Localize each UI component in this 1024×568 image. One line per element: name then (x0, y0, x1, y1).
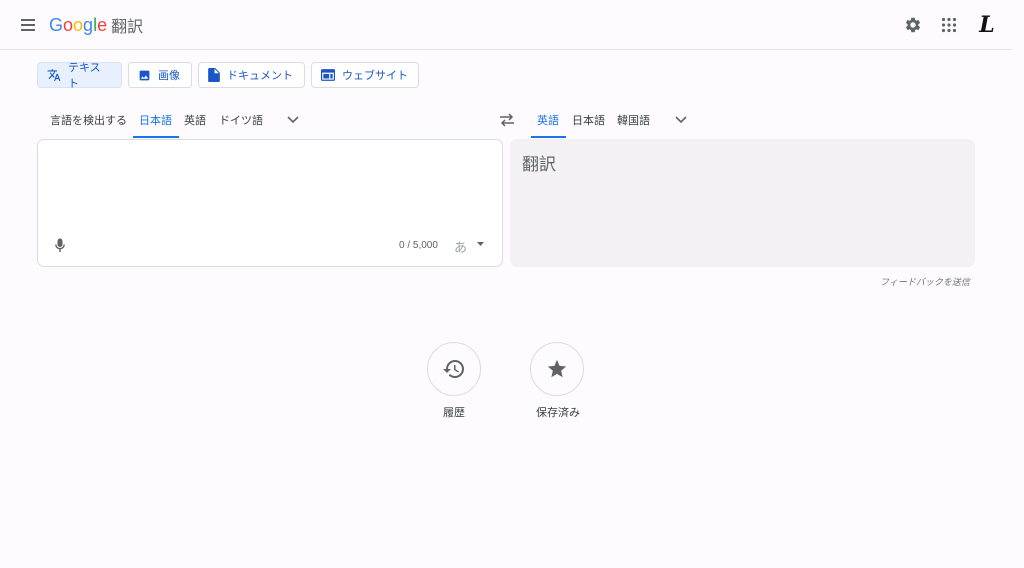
history-icon (443, 360, 464, 378)
source-lang-detect[interactable]: 言語を検出する (50, 112, 127, 130)
target-lang-japanese[interactable]: 日本語 (572, 112, 605, 130)
mode-text-button[interactable]: テキスト (37, 61, 122, 90)
translation-output-panel (510, 139, 975, 267)
star-icon (547, 359, 567, 378)
google-translate-logo[interactable]: G o o g l e 翻訳 (49, 13, 143, 37)
mode-label: 画像 (158, 69, 180, 82)
mode-label: ウェブサイト (342, 69, 408, 82)
translation-placeholder: 翻訳 (522, 155, 556, 175)
logo-letter: g (83, 14, 94, 35)
document-icon (208, 68, 220, 82)
source-lang-german[interactable]: ドイツ語 (219, 112, 263, 130)
top-app-bar (0, 0, 1012, 50)
target-lang-more-chevron-down-icon[interactable] (672, 111, 690, 129)
logo-letter: G (49, 14, 64, 35)
logo-letter: o (73, 14, 84, 35)
microphone-icon[interactable] (52, 236, 68, 254)
swap-languages-icon[interactable] (497, 111, 517, 129)
apps-grid-icon[interactable] (937, 13, 961, 37)
mode-website-button[interactable]: ウェブサイト (311, 62, 419, 88)
target-lang-selected-indicator (531, 136, 566, 138)
character-count: 0 / 5,000 (399, 240, 438, 251)
image-icon (139, 70, 150, 80)
saved-label: 保存済み (536, 406, 580, 419)
send-feedback-link[interactable]: フィードバックを送信 (880, 275, 970, 288)
mode-label: ドキュメント (227, 69, 293, 82)
logo-letter: e (97, 14, 108, 35)
source-lang-english[interactable]: 英語 (184, 112, 206, 130)
input-method-button[interactable]: あ (454, 237, 467, 256)
target-lang-korean[interactable]: 韓国語 (617, 112, 650, 130)
mode-document-button[interactable]: ドキュメント (198, 62, 305, 88)
settings-gear-icon[interactable] (901, 13, 925, 37)
main-menu-button[interactable] (15, 13, 41, 37)
account-avatar[interactable]: L (974, 12, 1000, 38)
target-lang-english[interactable]: 英語 (537, 112, 559, 130)
scrollbar[interactable] (1012, 0, 1024, 568)
history-button[interactable] (427, 342, 481, 396)
input-method-caret-icon[interactable] (475, 240, 485, 248)
source-lang-selected-indicator (133, 136, 179, 138)
mode-label: テキスト (68, 61, 101, 90)
product-name: 翻訳 (111, 17, 144, 36)
website-icon (321, 69, 335, 81)
translate-icon (47, 69, 61, 81)
history-label: 履歴 (443, 406, 465, 419)
logo-letter: o (63, 14, 74, 35)
source-lang-more-chevron-down-icon[interactable] (284, 111, 302, 129)
source-lang-japanese[interactable]: 日本語 (139, 112, 172, 130)
mode-image-button[interactable]: 画像 (128, 62, 192, 88)
hamburger-icon (21, 19, 35, 21)
saved-button[interactable] (530, 342, 584, 396)
